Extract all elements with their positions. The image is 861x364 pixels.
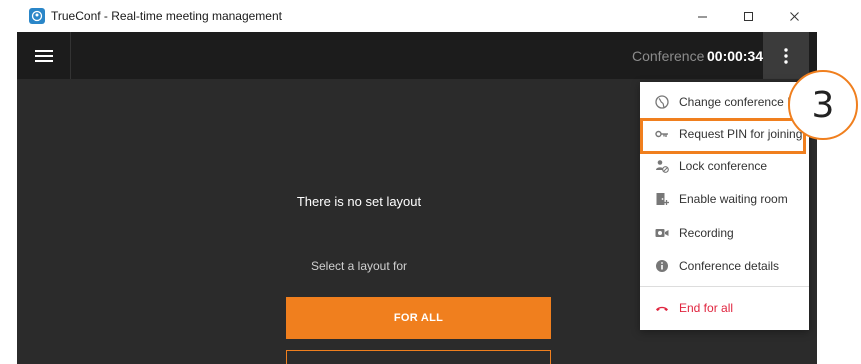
hamburger-icon bbox=[34, 49, 53, 62]
menu-item-label: Change conference ID bbox=[679, 95, 800, 109]
hangup-icon bbox=[655, 301, 669, 315]
step-callout: 3 bbox=[788, 70, 858, 140]
minimize-icon bbox=[697, 16, 707, 17]
kebab-icon bbox=[784, 47, 788, 64]
menu-item-recording[interactable]: Recording bbox=[640, 217, 809, 249]
close-icon bbox=[789, 11, 799, 21]
menu-item-label: End for all bbox=[679, 301, 734, 315]
menu-item-label: Recording bbox=[679, 226, 734, 240]
window-controls bbox=[679, 0, 817, 32]
trueconf-logo-icon bbox=[29, 8, 45, 24]
conference-toolbar: Conference 00:00:34 bbox=[17, 32, 817, 79]
menu-item-enable-waiting-room[interactable]: Enable waiting room bbox=[640, 183, 809, 215]
layout-option-button[interactable] bbox=[286, 350, 551, 364]
maximize-icon bbox=[743, 11, 753, 21]
menu-item-change-conference-id[interactable]: Change conference ID bbox=[640, 86, 809, 118]
conference-timer: 00:00:34 bbox=[707, 48, 764, 64]
menu-item-label: Conference details bbox=[679, 259, 780, 273]
window-title: TrueConf - Real-time meeting management bbox=[51, 9, 282, 23]
menu-item-end-for-all[interactable]: End for all bbox=[640, 292, 809, 324]
lock-user-icon bbox=[655, 159, 669, 173]
for-all-button[interactable]: FOR ALL bbox=[286, 297, 551, 339]
globe-icon bbox=[655, 95, 669, 109]
close-button[interactable] bbox=[771, 0, 817, 32]
hamburger-menu-button[interactable] bbox=[17, 32, 71, 79]
menu-item-label: Lock conference bbox=[679, 159, 768, 173]
menu-item-conference-details[interactable]: Conference details bbox=[640, 250, 809, 282]
more-options-button[interactable] bbox=[763, 32, 809, 79]
info-icon bbox=[655, 259, 669, 273]
conference-label: Conference bbox=[632, 48, 705, 64]
maximize-button[interactable] bbox=[725, 0, 771, 32]
menu-divider bbox=[640, 286, 809, 287]
menu-item-lock-conference[interactable]: Lock conference bbox=[640, 150, 809, 182]
camera-icon bbox=[655, 226, 669, 240]
highlight-frame bbox=[640, 118, 806, 154]
door-icon bbox=[655, 192, 669, 206]
menu-item-label: Enable waiting room bbox=[679, 192, 788, 206]
app-window: TrueConf - Real-time meeting management … bbox=[17, 0, 817, 364]
minimize-button[interactable] bbox=[679, 0, 725, 32]
title-bar: TrueConf - Real-time meeting management bbox=[17, 0, 817, 32]
